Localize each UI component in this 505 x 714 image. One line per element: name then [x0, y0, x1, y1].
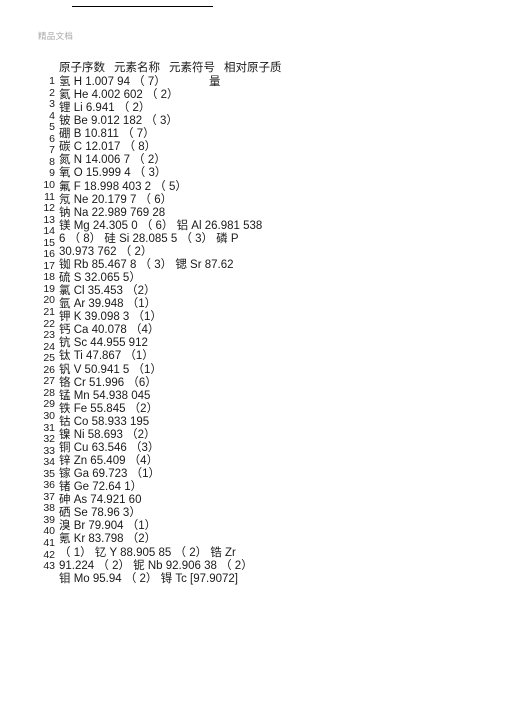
line-number: 28	[43, 386, 55, 399]
line-number: 25	[43, 352, 55, 365]
line-number: 5	[49, 121, 55, 134]
element-entry-line: 锂 Li 6.941 （ 2）	[59, 102, 151, 115]
line-number: 34	[43, 456, 55, 469]
line-number: 7	[49, 144, 55, 157]
line-number: 8	[49, 155, 55, 168]
element-entry-line: 30.973 762 （ 2）	[59, 245, 153, 258]
element-entry-line: 氢 H 1.007 94 （ 7）	[59, 76, 166, 88]
document-body: 原子序数 元素名称 元素符号 相对原子质 1 2 3 4 5 6 7 8 9 10 11 12 13 14 15 1…	[36, 60, 476, 585]
watermark-text: 精品文档	[38, 31, 74, 41]
table-header-row: 原子序数 元素名称 元素符号 相对原子质	[36, 60, 476, 76]
line-number: 31	[43, 421, 55, 434]
column-header-overflow: 量	[209, 76, 221, 88]
line-number: 15	[43, 236, 55, 249]
column-header-element-symbol: 元素符号	[169, 62, 215, 74]
element-entry-line: 钠 Na 22.989 769 28	[59, 206, 166, 219]
element-entry-line: 铁 Fe 55.845 （2）	[59, 402, 159, 415]
line-number: 18	[43, 271, 55, 284]
line-number: 10	[43, 178, 55, 191]
line-number: 6	[49, 132, 55, 145]
line-number: 1	[49, 75, 55, 87]
line-number: 2	[49, 86, 55, 99]
column-header-relative-atomic-mass: 相对原子质	[224, 62, 282, 74]
element-entry-line: 钙 Ca 40.078 （4）	[59, 324, 160, 337]
element-entry-line: （ 1） 钇 Y 88.905 85 （ 2） 锆 Zr	[59, 546, 236, 559]
element-entry-line: 钼 Mo 95.94 （ 2） 锝 Tc [97.9072]	[59, 572, 238, 585]
column-header-atomic-number: 原子序数	[59, 62, 105, 74]
element-entry-line: 氦 He 4.002 602 （ 2）	[59, 89, 179, 102]
element-entry-line: 砷 As 74.921 60	[59, 494, 142, 507]
header-rule-icon	[72, 6, 213, 7]
element-entry-line: 氟 F 18.998 403 2 （ 5）	[59, 180, 187, 193]
line-number: 24	[43, 340, 55, 353]
element-entry-line: 锌 Zn 65.409 （4）	[59, 455, 159, 468]
line-number: 29	[43, 398, 55, 411]
line-number: 36	[43, 479, 55, 492]
document-page: 精品文档 原子序数 元素名称 元素符号 相对原子质 1 2 3 4 5 6 7 8 9 10 11 12 13…	[0, 0, 505, 714]
line-number: 26	[43, 363, 55, 376]
element-entry-line: 溴 Br 79.904 （1）	[59, 520, 157, 533]
line-number: 3	[49, 98, 55, 111]
line-number: 4	[49, 109, 55, 122]
element-entry-line: 铬 Cr 51.996 （6）	[59, 376, 157, 389]
line-number: 33	[43, 444, 55, 457]
element-entry-line: 碳 C 12.017 （ 8）	[59, 141, 157, 154]
line-number: 22	[43, 317, 55, 330]
element-entry-line: 镓 Ga 69.723 （1）	[59, 468, 160, 481]
line-number: 39	[43, 513, 55, 526]
element-entry-line: 氪 Kr 83.798 （2）	[59, 533, 157, 546]
line-number: 23	[43, 329, 55, 342]
line-number: 12	[43, 202, 55, 215]
line-number: 14	[43, 225, 55, 238]
line-number: 9	[49, 167, 55, 180]
element-entry-line: 钴 Co 58.933 195	[59, 415, 150, 428]
line-number: 41	[43, 537, 55, 549]
element-entry-line: 硼 B 10.811 （ 7）	[59, 128, 155, 141]
line-number: 30	[43, 409, 55, 422]
element-entry-line: 铷 Rb 85.467 8 （ 3） 锶 Sr 87.62	[59, 258, 234, 271]
line-number: 19	[43, 282, 55, 295]
element-entry-line: 氯 Cl 35.453 （2）	[59, 285, 156, 298]
element-entry-line: 氖 Ne 20.179 7 （ 6）	[59, 193, 173, 206]
line-number: 43	[43, 560, 55, 573]
line-number: 16	[43, 248, 55, 261]
element-entry-line: 钾 K 39.098 3 （1）	[59, 311, 162, 324]
element-entry-line: 钪 Sc 44.955 912	[59, 337, 148, 350]
element-entry-line: 氮 N 14.006 7 （ 2）	[59, 154, 166, 167]
table-header-inner: 原子序数 元素名称 元素符号 相对原子质	[59, 60, 282, 76]
line-number: 20	[43, 294, 55, 307]
element-entry-line: 铜 Cu 63.546 （3）	[59, 441, 160, 454]
line-number: 35	[43, 467, 55, 480]
element-entry-line: 钛 Ti 47.867 （1）	[59, 350, 154, 363]
line-number: 27	[43, 375, 55, 388]
line-number: 13	[43, 213, 55, 226]
line-number: 17	[43, 259, 55, 272]
line-number: 21	[43, 306, 55, 318]
element-entry-line: 硒 Se 78.96 3）	[59, 507, 141, 520]
element-entry-line: 硫 S 32.065 5）	[59, 272, 141, 285]
line-number: 38	[43, 502, 55, 515]
line-number: 42	[43, 548, 55, 561]
element-entry-line: 镍 Ni 58.693 （2）	[59, 428, 156, 441]
element-entry-line: 6 （ 8） 硅 Si 28.085 5 （ 3） 磷 P	[59, 232, 239, 245]
line-number: 37	[43, 490, 55, 503]
element-entry-line: 钒 V 50.941 5 （1）	[59, 363, 162, 376]
element-entry-line: 铍 Be 9.012 182 （ 3）	[59, 115, 178, 128]
element-entry-line: 91.224 （ 2） 铌 Nb 92.906 38 （ 2）	[59, 559, 253, 572]
line-number-gutter: 1 2 3 4 5 6 7 8 9 10 11 12 13 14 15 16 17 18 19 20 21 22 23 24 2…	[36, 76, 55, 573]
element-entry-line: 锗 Ge 72.64 1）	[59, 481, 143, 494]
column-header-element-name: 元素名称	[114, 62, 160, 74]
line-number: 40	[43, 525, 55, 538]
line-number: 11	[44, 190, 55, 203]
element-entry-line: 氩 Ar 39.948 （1）	[59, 298, 157, 311]
element-entry-line: 氧 O 15.999 4 （ 3）	[59, 167, 167, 180]
line-number: 32	[43, 433, 55, 446]
line-text-column: 氢 H 1.007 94 （ 7）氦 He 4.002 602 （ 2）锂 Li…	[59, 76, 476, 586]
element-entry-line: 镁 Mg 24.305 0 （ 6） 铝 Al 26.981 538	[59, 219, 263, 232]
element-entry-line: 锰 Mn 54.938 045	[59, 389, 151, 402]
